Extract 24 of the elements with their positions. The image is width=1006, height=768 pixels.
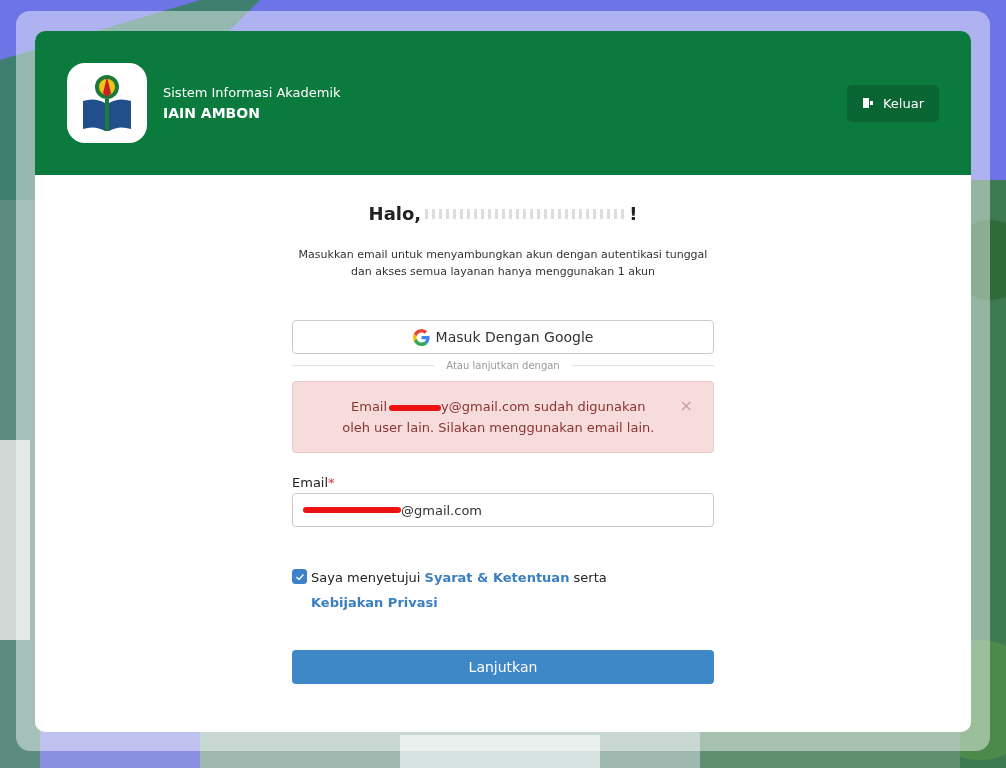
check-icon bbox=[294, 571, 305, 582]
terms-link[interactable]: Syarat & Ketentuan bbox=[424, 570, 570, 585]
app-subtitle: Sistem Informasi Akademik bbox=[163, 85, 341, 100]
alert-message: y@gmail.com sudah digunakan bbox=[441, 399, 646, 414]
email-input[interactable]: @gmail.com bbox=[292, 493, 714, 527]
greeting-mark: ! bbox=[629, 203, 638, 224]
app-title: IAIN AMBON bbox=[163, 105, 261, 121]
logo-icon bbox=[67, 63, 147, 143]
logout-button[interactable]: Keluar bbox=[846, 84, 939, 122]
privacy-link[interactable]: Kebijakan Privasi bbox=[311, 595, 438, 610]
google-login-button[interactable]: Masuk Dengan Google bbox=[292, 320, 714, 354]
required-mark: * bbox=[328, 475, 335, 490]
terms-checkbox[interactable] bbox=[292, 569, 307, 584]
alert-message: oleh user lain. Silakan menggunakan email lain. bbox=[342, 420, 655, 435]
continue-button[interactable]: Lanjutkan bbox=[292, 650, 714, 684]
greeting: Halo, bbox=[368, 203, 422, 224]
logout-icon bbox=[861, 97, 874, 109]
google-icon bbox=[412, 328, 430, 346]
terms-text: Saya menyetujui Syarat & Ketentuan serta Kebijakan Privasi bbox=[311, 569, 608, 612]
divider-label: Atau lanjutkan dengan bbox=[446, 360, 560, 371]
alert-prefix: Email bbox=[351, 399, 388, 414]
email-label: Email bbox=[292, 475, 329, 490]
redaction-scribble bbox=[389, 404, 442, 411]
description: Masukkan email untuk menyambungkan akun dengan autentikasi tunggal dan akses semua layanan hanya menggunakan 1 akun bbox=[297, 247, 709, 280]
